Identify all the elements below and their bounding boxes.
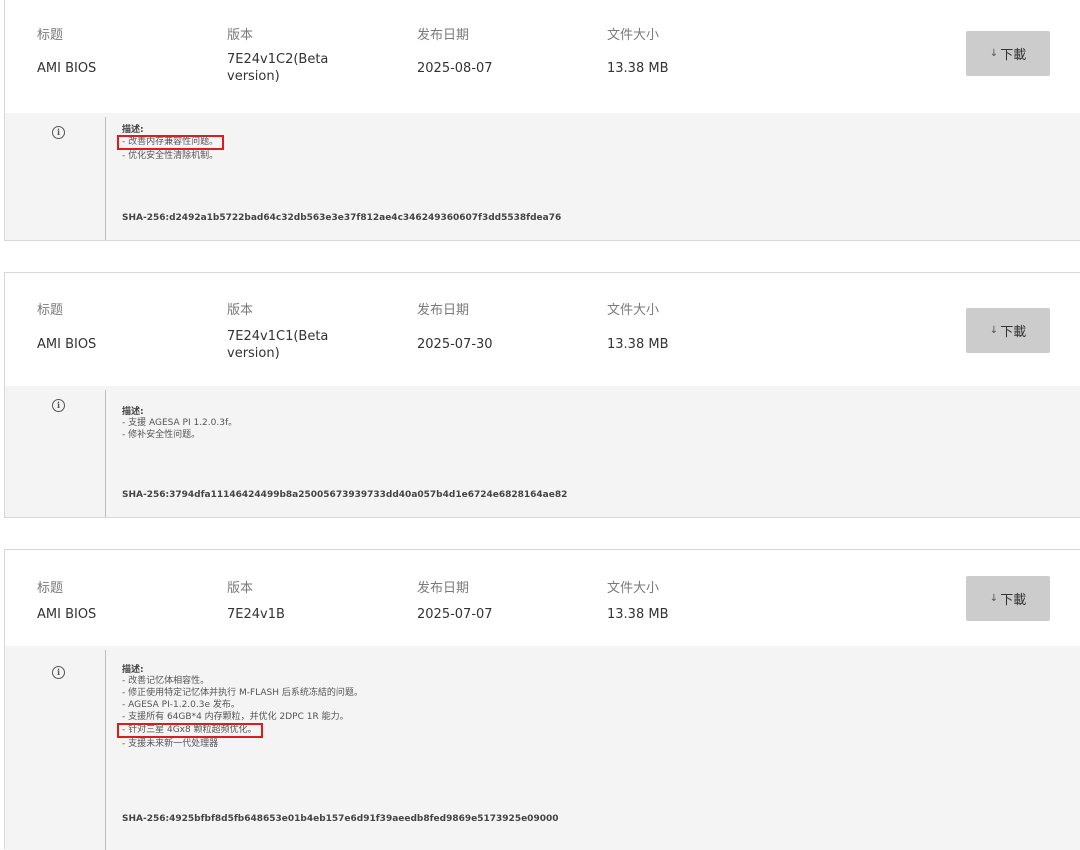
description-line: - 支援未来新一代处理器 (122, 739, 219, 749)
bios-version: 7E24v1C2(Beta version) (227, 52, 329, 84)
divider (105, 117, 106, 240)
description-line: - 改善记忆体相容性。 (122, 676, 210, 686)
download-icon: ↓ (989, 593, 999, 604)
divider (105, 650, 106, 850)
size-label: 文件大小 (607, 303, 660, 318)
date-label: 发布日期 (417, 581, 470, 596)
version-label: 版本 (227, 581, 254, 596)
description-line: - 针对三星 4Gx8 颗粒超频优化。 (117, 723, 363, 738)
description-line: - 支援所有 64GB*4 内存颗粒，并优化 2DPC 1R 能力。 (122, 712, 349, 722)
download-label: 下載 (1000, 593, 1027, 608)
highlight-box: - 改善内存兼容性问题。 (117, 135, 225, 150)
bios-header: 标题 版本 发布日期 文件大小 AMI BIOS 7E24v1C2(Beta v… (5, 0, 1080, 113)
title-label: 标题 (37, 303, 64, 318)
date-label: 发布日期 (417, 303, 470, 318)
bios-size: 13.38 MB (607, 337, 669, 352)
description-list: - 支援 AGESA PI 1.2.0.3f。 - 修补安全性问题。 (122, 417, 237, 441)
info-icon: i (52, 666, 65, 679)
bios-description: i 描述: - 改善记忆体相容性。 - 修正使用特定记忆体并执行 M-FLASH… (5, 646, 1080, 850)
size-label: 文件大小 (607, 581, 660, 596)
title-label: 标题 (37, 28, 64, 43)
sha-hash: SHA-256:4925bfbf8d5fb648653e01b4eb157e6d… (122, 814, 559, 824)
bios-title: AMI BIOS (37, 607, 97, 622)
download-label: 下載 (1000, 325, 1027, 340)
bios-title: AMI BIOS (37, 61, 97, 76)
bios-size: 13.38 MB (607, 61, 669, 76)
download-button[interactable]: ↓ 下載 (966, 576, 1050, 621)
bios-size: 13.38 MB (607, 607, 669, 622)
bios-description: i 描述: - 改善内存兼容性问题。 - 优化安全性清除机制。 SHA-256:… (5, 113, 1080, 240)
bios-description: i 描述: - 支援 AGESA PI 1.2.0.3f。 - 修补安全性问题。… (5, 386, 1080, 517)
bios-date: 2025-07-07 (417, 607, 493, 622)
description-label: 描述: (122, 407, 144, 417)
description-line: - 支援 AGESA PI 1.2.0.3f。 (122, 418, 238, 428)
description-line: - 改善内存兼容性问题。 (117, 135, 225, 150)
bios-version: 7E24v1B (227, 607, 285, 622)
bios-card: 标题 版本 发布日期 文件大小 AMI BIOS 7E24v1C2(Beta v… (4, 0, 1080, 241)
bios-title: AMI BIOS (37, 337, 97, 352)
info-icon: i (52, 126, 65, 139)
description-line: - 修正使用特定记忆体并执行 M-FLASH 后系统冻結的问题。 (122, 688, 363, 698)
description-label: 描述: (122, 665, 144, 675)
sha-hash: SHA-256:d2492a1b5722bad64c32db563e3e37f8… (122, 213, 562, 223)
info-icon: i (52, 399, 65, 412)
download-button[interactable]: ↓ 下載 (966, 308, 1050, 353)
bios-card: 标题 版本 发布日期 文件大小 AMI BIOS 7E24v1B 2025-07… (4, 549, 1080, 850)
bios-version: 7E24v1C1(Beta version) (227, 329, 329, 361)
description-line: - 修补安全性问题。 (122, 430, 201, 440)
sha-hash: SHA-256:3794dfa11146424499b8a25005673939… (122, 490, 568, 500)
description-list: - 改善记忆体相容性。 - 修正使用特定记忆体并执行 M-FLASH 后系统冻結… (117, 675, 363, 750)
version-label: 版本 (227, 303, 254, 318)
date-label: 发布日期 (417, 28, 470, 43)
description-line: - 优化安全性清除机制。 (122, 151, 219, 161)
version-label: 版本 (227, 28, 254, 43)
bios-date: 2025-07-30 (417, 337, 493, 352)
bios-header: 标题 版本 发布日期 文件大小 AMI BIOS 7E24v1C1(Beta v… (5, 273, 1080, 386)
download-icon: ↓ (989, 48, 999, 59)
bios-date: 2025-08-07 (417, 61, 493, 76)
description-list: - 改善内存兼容性问题。 - 优化安全性清除机制。 (117, 135, 225, 162)
highlight-box: - 针对三星 4Gx8 颗粒超频优化。 (117, 723, 263, 738)
download-button[interactable]: ↓ 下載 (966, 31, 1050, 76)
download-label: 下載 (1000, 48, 1027, 63)
divider (105, 390, 106, 517)
bios-card: 标题 版本 发布日期 文件大小 AMI BIOS 7E24v1C1(Beta v… (4, 272, 1080, 518)
title-label: 标题 (37, 581, 64, 596)
download-icon: ↓ (989, 325, 999, 336)
description-label: 描述: (122, 125, 144, 135)
size-label: 文件大小 (607, 28, 660, 43)
bios-header: 标题 版本 发布日期 文件大小 AMI BIOS 7E24v1B 2025-07… (5, 550, 1080, 646)
description-line: - AGESA PI-1.2.0.3e 发布。 (122, 700, 240, 710)
